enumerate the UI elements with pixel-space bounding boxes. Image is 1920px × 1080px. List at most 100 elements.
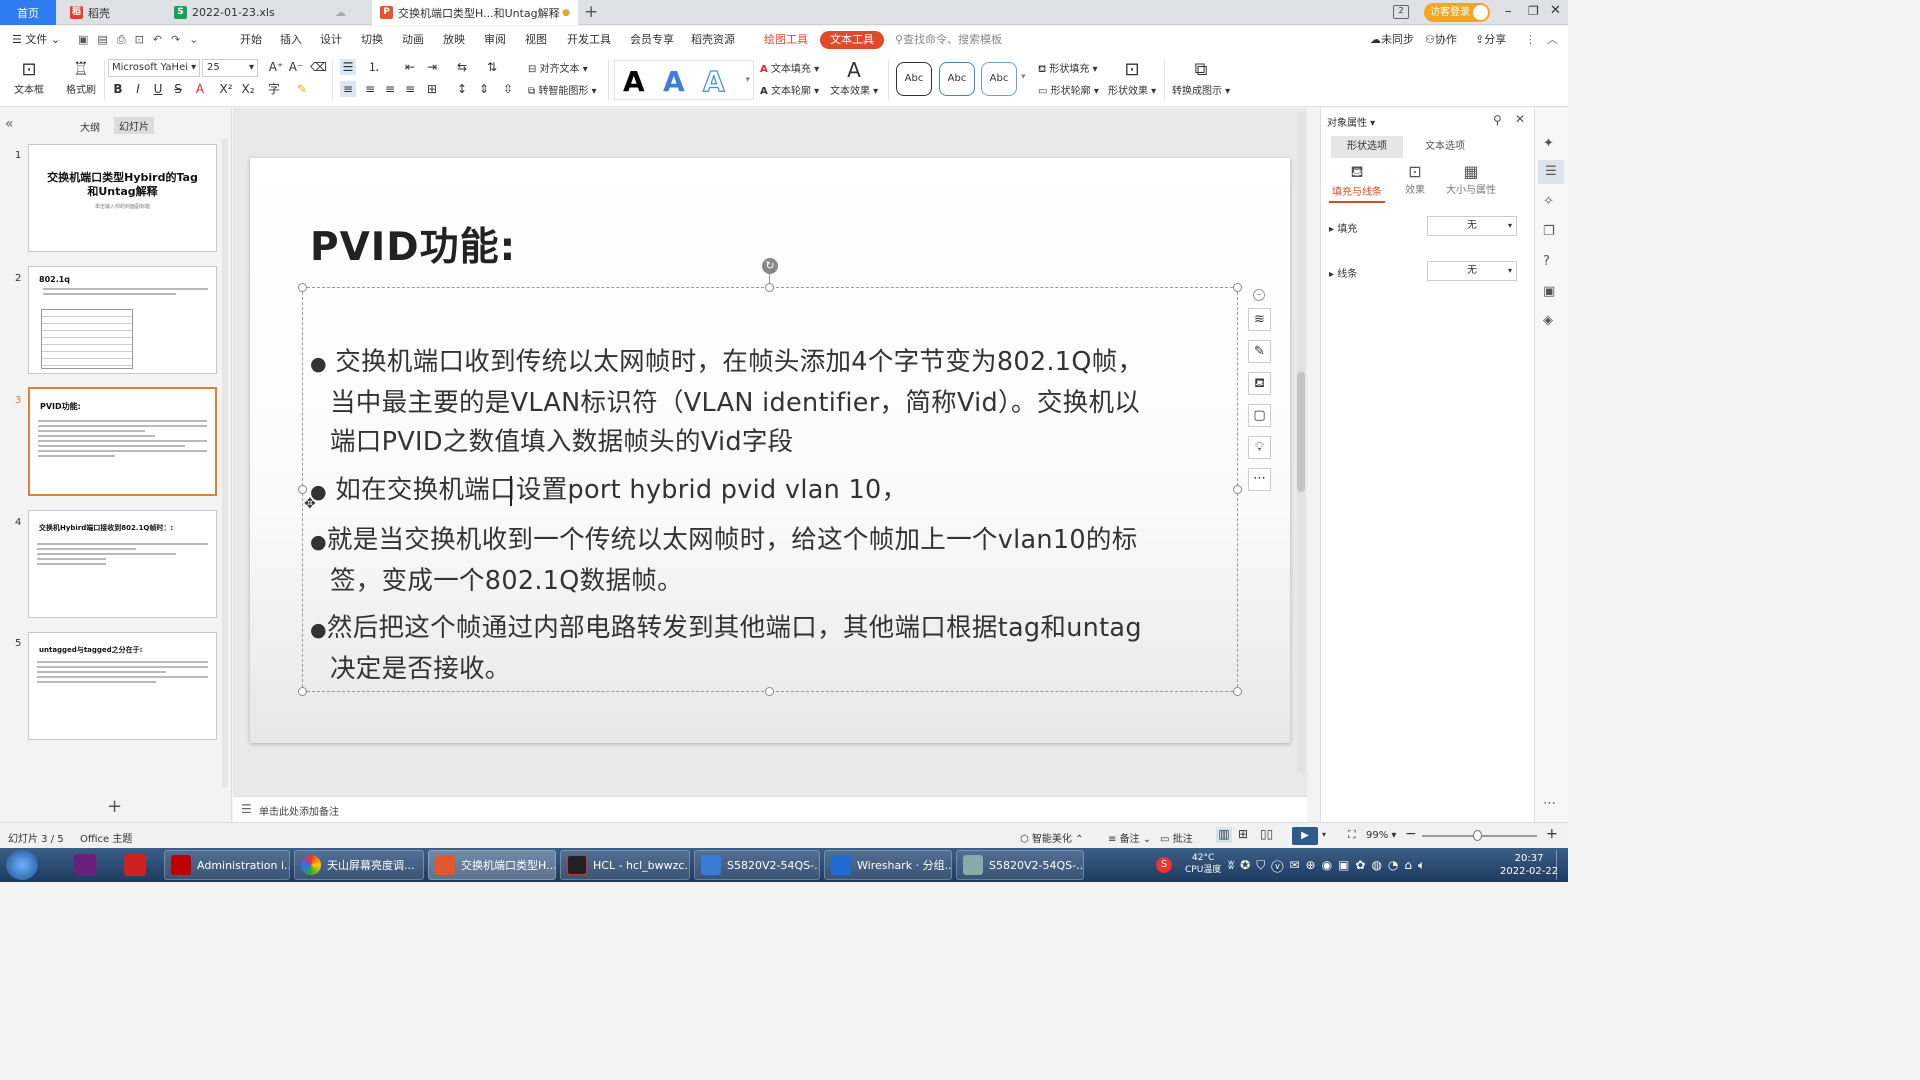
- menu-member[interactable]: 会员专享: [630, 26, 674, 54]
- minimize-icon[interactable]: –: [1505, 4, 1512, 19]
- menu-text-tools[interactable]: 文本工具: [820, 31, 884, 49]
- align-center-icon[interactable]: ≡: [362, 81, 378, 97]
- shape-style-dark[interactable]: Abc: [896, 62, 932, 96]
- collapse-panel-icon[interactable]: «: [5, 116, 14, 132]
- sogou-icon[interactable]: S: [1156, 857, 1172, 873]
- decrease-indent-icon[interactable]: ⇤: [402, 59, 418, 75]
- tray-icons[interactable]: ʬ✪⛉ⓥ✉⊕◉▣✿◍◔⌂🔈︎: [1228, 858, 1431, 873]
- line-spacing-icon[interactable]: ↕: [454, 81, 470, 97]
- font-color-icon[interactable]: A: [192, 81, 208, 97]
- rotate-handle-icon[interactable]: ↻: [762, 258, 778, 274]
- notes-area[interactable]: ☰ 单击此处添加备注: [233, 796, 1307, 822]
- font-name-select[interactable]: Microsoft YaHei ▾: [108, 59, 200, 77]
- text-box-button[interactable]: ⊡ 文本框: [12, 59, 46, 96]
- menu-developer[interactable]: 开发工具: [567, 26, 611, 54]
- tab-spreadsheet[interactable]: S 2022-01-23.xls ☁: [166, 0, 366, 25]
- tab-effect[interactable]: ⊡ 效果: [1395, 162, 1435, 196]
- collaborate-button[interactable]: ⚇协作: [1425, 26, 1457, 54]
- layers-icon[interactable]: ≋: [1248, 308, 1271, 331]
- pen-icon[interactable]: ✎: [1248, 340, 1271, 363]
- start-button-icon[interactable]: [6, 850, 38, 880]
- line-section-toggle[interactable]: ▸ 线条: [1329, 265, 1357, 280]
- distribute-icon[interactable]: ⊞: [424, 81, 440, 97]
- gallery-more-icon[interactable]: ▾: [745, 75, 750, 85]
- tab-docer[interactable]: 稻稻壳: [62, 0, 162, 25]
- fit-window-icon[interactable]: ⛶: [1348, 828, 1356, 842]
- strikethrough-icon[interactable]: S: [170, 81, 186, 97]
- tab-text-options[interactable]: 文本选项: [1409, 136, 1481, 158]
- reading-view-icon[interactable]: ▯▯: [1260, 827, 1273, 841]
- shape-style-blue[interactable]: Abc: [939, 62, 975, 96]
- new-tab-button[interactable]: +: [584, 2, 598, 22]
- play-options-icon[interactable]: ▾: [1322, 830, 1326, 839]
- pin-icon[interactable]: ⚲: [1493, 113, 1502, 127]
- normal-view-icon[interactable]: ▥: [1216, 827, 1232, 843]
- highlight-icon[interactable]: ✎: [294, 81, 310, 97]
- resize-handle[interactable]: [1233, 687, 1242, 696]
- panel-title[interactable]: 对象属性 ▾: [1327, 114, 1375, 129]
- text-style-blue[interactable]: A: [663, 65, 685, 98]
- smart-beautify-button[interactable]: ⬡ 智能美化 ⌃: [1020, 830, 1083, 845]
- resize-handle[interactable]: [1233, 485, 1242, 494]
- collapse-ribbon-icon[interactable]: ︿: [1547, 26, 1558, 54]
- menu-slideshow[interactable]: 放映: [443, 26, 465, 54]
- slide-thumbnail-3[interactable]: PVID功能:: [28, 387, 217, 496]
- quick-access-toolbar[interactable]: ▣▤⎙⊡↶↷⌄: [78, 26, 207, 54]
- show-desktop-button[interactable]: [1556, 850, 1566, 880]
- numbering-icon[interactable]: ⒈: [366, 59, 382, 75]
- restore-icon[interactable]: ❐: [1528, 4, 1539, 18]
- zoom-level[interactable]: 99% ▾: [1366, 830, 1396, 841]
- tab-size-properties[interactable]: ▦ 大小与属性: [1441, 162, 1501, 196]
- menu-view[interactable]: 视图: [525, 26, 547, 54]
- menu-animation[interactable]: 动画: [402, 26, 424, 54]
- menu-design[interactable]: 设计: [320, 26, 342, 54]
- menu-review[interactable]: 审阅: [484, 26, 506, 54]
- more-icon[interactable]: ⋯: [1248, 468, 1271, 491]
- slide-thumbnail-2[interactable]: 802.1q: [28, 266, 217, 374]
- increase-indent-icon[interactable]: ⇥: [424, 59, 440, 75]
- comments-button[interactable]: ▭ 批注: [1160, 830, 1193, 845]
- zoom-in-icon[interactable]: +: [1546, 826, 1558, 842]
- workspace-icon[interactable]: 2: [1393, 5, 1409, 19]
- taskbar-item-presentation[interactable]: 交换机端口类型H...: [428, 850, 556, 880]
- visual-studio-icon[interactable]: [74, 854, 96, 876]
- bold-icon[interactable]: B: [110, 81, 126, 97]
- copy-icon[interactable]: ❐: [1543, 224, 1555, 239]
- slide-thumbnail-1[interactable]: 交换机端口类型Hybird的Tag和Untag解释 单击输入你的封面副标题: [28, 144, 217, 252]
- menu-drawing-tools[interactable]: 绘图工具: [764, 26, 808, 54]
- close-panel-icon[interactable]: ✕: [1515, 112, 1525, 126]
- text-effect-button[interactable]: A 文本效果 ▾: [830, 58, 878, 97]
- slide-title[interactable]: PVID功能:: [310, 216, 516, 272]
- sorter-view-icon[interactable]: ⊞: [1238, 827, 1248, 841]
- superscript-icon[interactable]: X²: [218, 81, 234, 97]
- line-select[interactable]: 无 ▾: [1427, 261, 1517, 281]
- resize-handle[interactable]: [298, 485, 307, 494]
- decrease-font-icon[interactable]: A⁻: [288, 59, 304, 75]
- resize-handle[interactable]: [765, 283, 774, 292]
- phonetic-icon[interactable]: 字: [266, 81, 282, 97]
- italic-icon[interactable]: I: [130, 81, 146, 97]
- increase-font-icon[interactable]: A⁺: [268, 59, 284, 75]
- align-text-button[interactable]: ⊟ 对齐文本 ▾: [528, 60, 588, 75]
- resize-handle[interactable]: [1233, 283, 1242, 292]
- taskbar-item-browser[interactable]: 天山屏幕亮度调...: [294, 850, 424, 880]
- menu-transition[interactable]: 切换: [361, 26, 383, 54]
- text-outline-button[interactable]: A 文本轮廓 ▾: [760, 82, 819, 97]
- tab-outline[interactable]: 大纲: [80, 119, 100, 134]
- underline-icon[interactable]: U: [150, 81, 166, 97]
- tab-slides[interactable]: 幻灯片: [114, 117, 154, 134]
- menu-insert[interactable]: 插入: [280, 26, 302, 54]
- tab-shape-options[interactable]: 形状选项: [1331, 136, 1403, 158]
- tab-presentation[interactable]: P 交换机端口类型H...和Untag解释 ●: [372, 0, 578, 25]
- file-menu[interactable]: ☰ 文件 ⌄: [12, 26, 60, 54]
- fill-section-toggle[interactable]: ▸ 填充: [1329, 220, 1357, 235]
- taskbar-item-switch-1[interactable]: S5820V2-54QS-...: [694, 850, 820, 880]
- sort-icon[interactable]: ⇅: [484, 59, 500, 75]
- bullet-paragraph-3[interactable]: ●就是当交换机收到一个传统以太网帧时，给这个帧加上一个vlan10的标 签，变成…: [310, 521, 1138, 601]
- share-button[interactable]: ⇪分享: [1475, 26, 1506, 54]
- column-spacing-icon[interactable]: ⇳: [500, 81, 516, 97]
- location-icon[interactable]: ◈: [1543, 313, 1553, 328]
- clock[interactable]: 20:37 2022-02-22: [1500, 852, 1558, 878]
- play-slideshow-button[interactable]: ▶: [1292, 827, 1318, 845]
- taskbar-item-switch-2[interactable]: S5820V2-54QS-...: [956, 850, 1084, 880]
